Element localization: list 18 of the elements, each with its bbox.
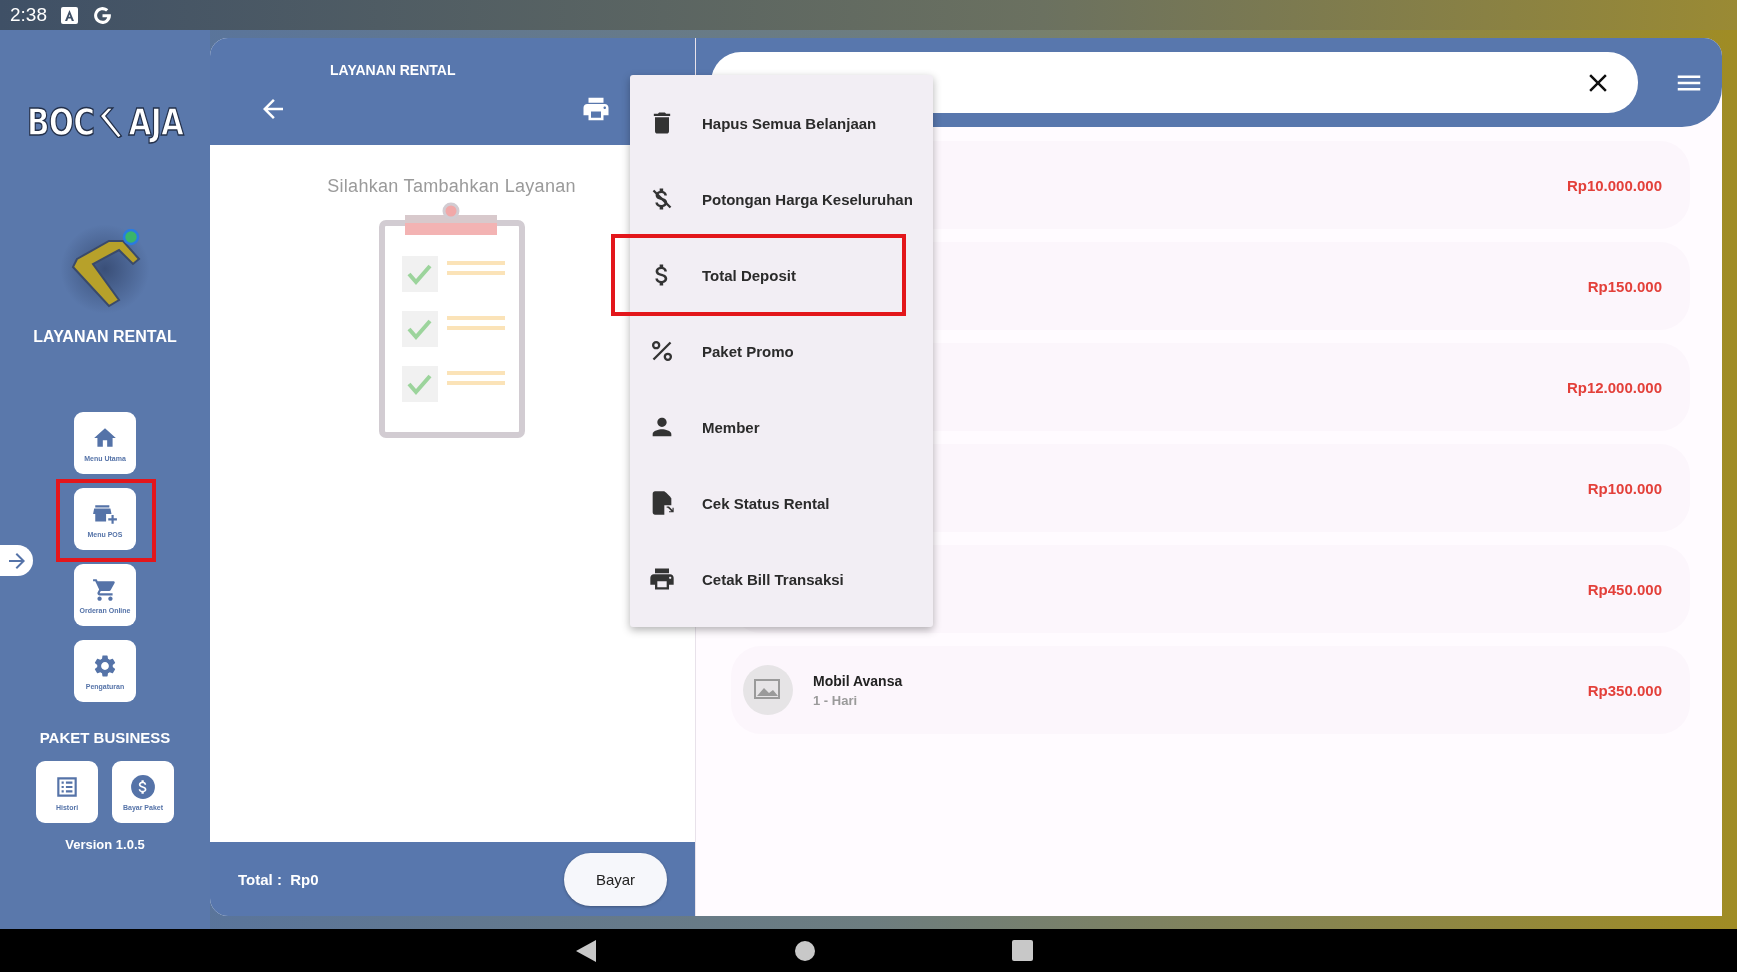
empty-message: Silahkan Tambahkan Layanan	[327, 176, 576, 197]
pay-button[interactable]: Bayar	[564, 852, 667, 906]
total-text: Total : Rp0	[238, 870, 319, 888]
section-title: PAKET BUSINESS	[39, 729, 171, 746]
product-price: Rp450.000	[1587, 580, 1662, 598]
product-duration: 1 - Hari	[813, 692, 859, 708]
product-row[interactable]: Mobil Avansa 1 - Hari Rp350.000	[731, 646, 1690, 734]
product-price: Rp150.000	[1587, 277, 1662, 295]
status-time: 2:38	[10, 4, 47, 26]
sidebar-title: LAYANAN RENTAL	[33, 328, 177, 346]
product-price: Rp12.000.000	[1566, 378, 1662, 396]
version-text: Version 1.0.5	[65, 837, 145, 852]
logo-text: AJA	[128, 100, 184, 144]
logo-text: BOC	[26, 100, 95, 144]
product-price: Rp10.000.000	[1566, 176, 1662, 194]
product-price: Rp350.000	[1587, 681, 1662, 699]
product-price: Rp100.000	[1587, 479, 1662, 497]
product-name: Mobil Avansa	[813, 672, 903, 689]
